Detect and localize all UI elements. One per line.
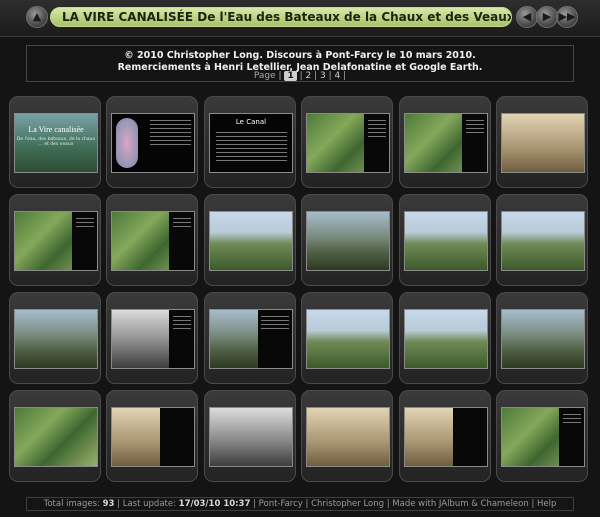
last-update-label: Last update:: [122, 499, 176, 509]
thumbnail-image[interactable]: [306, 407, 390, 467]
thumbnail-image[interactable]: [404, 211, 488, 271]
thumbnail-image[interactable]: [111, 211, 195, 271]
thumbnail-image[interactable]: [306, 211, 390, 271]
thumbnail-tile[interactable]: [301, 194, 393, 286]
total-images-count: 93: [102, 499, 115, 509]
thumbnail-tile[interactable]: [106, 194, 198, 286]
thumbnail-image[interactable]: [306, 113, 390, 173]
thumbnail-tile[interactable]: [204, 292, 296, 384]
thumbnail-tile[interactable]: [399, 194, 491, 286]
thumbnail-image[interactable]: La Vire canalisée De l'eau, des bateaux,…: [14, 113, 98, 173]
thumbnail-tile[interactable]: [106, 390, 198, 482]
thumbnail-tile[interactable]: [496, 96, 588, 188]
thumbnail-tile[interactable]: [9, 390, 101, 482]
album-title: LA VIRE CANALISÉE De l'Eau des Bateaux d…: [50, 7, 512, 27]
thumbnail-image[interactable]: [501, 309, 585, 369]
thumbnail-image[interactable]: [209, 407, 293, 467]
thumbnail-image[interactable]: [501, 113, 585, 173]
thumbnail-title-text: La Vire canalisée: [28, 125, 84, 134]
pager-label: Page: [253, 71, 276, 81]
thumbnail-tile[interactable]: [399, 292, 491, 384]
thumbnail-tile[interactable]: La Vire canalisée De l'eau, des bateaux,…: [9, 96, 101, 188]
thumbnail-image[interactable]: [14, 407, 98, 467]
next-arrow-icon[interactable]: ▶▶: [556, 6, 578, 28]
thumbnail-image[interactable]: [404, 113, 488, 173]
thumbnail-image[interactable]: [404, 407, 488, 467]
thumbnail-image[interactable]: [306, 309, 390, 369]
footer-link-pont-farcy[interactable]: Pont-Farcy: [259, 499, 303, 509]
prev-arrow-icon[interactable]: ◀: [516, 6, 538, 28]
thumbnail-image[interactable]: [501, 211, 585, 271]
footer-bar: Total images: 93 | Last update: 17/03/10…: [26, 497, 574, 511]
footer-link-help[interactable]: Help: [537, 499, 556, 509]
thumbnail-image[interactable]: [404, 309, 488, 369]
thumbnail-tile[interactable]: [399, 390, 491, 482]
play-icon[interactable]: ▶: [536, 6, 558, 28]
thumbnail-image[interactable]: [14, 309, 98, 369]
footer-link-author[interactable]: Christopher Long: [311, 499, 384, 509]
thumbnail-tile[interactable]: [301, 390, 393, 482]
page-link-3[interactable]: 3: [320, 71, 326, 81]
thumbnail-image[interactable]: [111, 113, 195, 173]
thumbnail-tile[interactable]: [204, 194, 296, 286]
thumbnail-image[interactable]: [111, 309, 195, 369]
thumbnail-tile[interactable]: [399, 96, 491, 188]
thumbnail-tile[interactable]: [9, 292, 101, 384]
thumbnail-image[interactable]: [111, 407, 195, 467]
top-bar: ▲ LA VIRE CANALISÉE De l'Eau des Bateaux…: [0, 0, 600, 37]
page-current: 1: [284, 71, 297, 81]
thumbnail-title-text: Le Canal: [235, 118, 267, 126]
thumbnail-tile[interactable]: [496, 390, 588, 482]
thumbnail-image[interactable]: [209, 211, 293, 271]
thumbnail-image[interactable]: [501, 407, 585, 467]
thumbnail-tile[interactable]: [204, 390, 296, 482]
up-arrow-icon[interactable]: ▲: [26, 6, 48, 28]
thumbnail-tile[interactable]: [9, 194, 101, 286]
thumbnail-tile[interactable]: [496, 292, 588, 384]
thumbnail-image[interactable]: [209, 309, 293, 369]
footer-link-jalbum[interactable]: Made with JAlbum & Chameleon: [392, 499, 528, 509]
total-images-label: Total images:: [43, 499, 100, 509]
last-update-value: 17/03/10 10:37: [178, 499, 251, 509]
thumbnail-tile[interactable]: [106, 96, 198, 188]
thumbnail-tile[interactable]: [301, 96, 393, 188]
thumbnail-image[interactable]: [14, 211, 98, 271]
thumbnail-tile[interactable]: [106, 292, 198, 384]
description-line-1: © 2010 Christopher Long. Discours à Pont…: [124, 50, 476, 61]
pagination: Page | 1 | 2 | 3 | 4 |: [253, 71, 347, 81]
thumbnail-subtitle-text: De l'eau, des bateaux, de la chaux ... e…: [16, 137, 96, 147]
thumbnail-tile[interactable]: [301, 292, 393, 384]
thumbnail-tile[interactable]: [496, 194, 588, 286]
page-link-2[interactable]: 2: [305, 71, 311, 81]
thumbnail-tile[interactable]: Le Canal: [204, 96, 296, 188]
page-link-4[interactable]: 4: [334, 71, 340, 81]
thumbnail-image[interactable]: Le Canal: [209, 113, 293, 173]
